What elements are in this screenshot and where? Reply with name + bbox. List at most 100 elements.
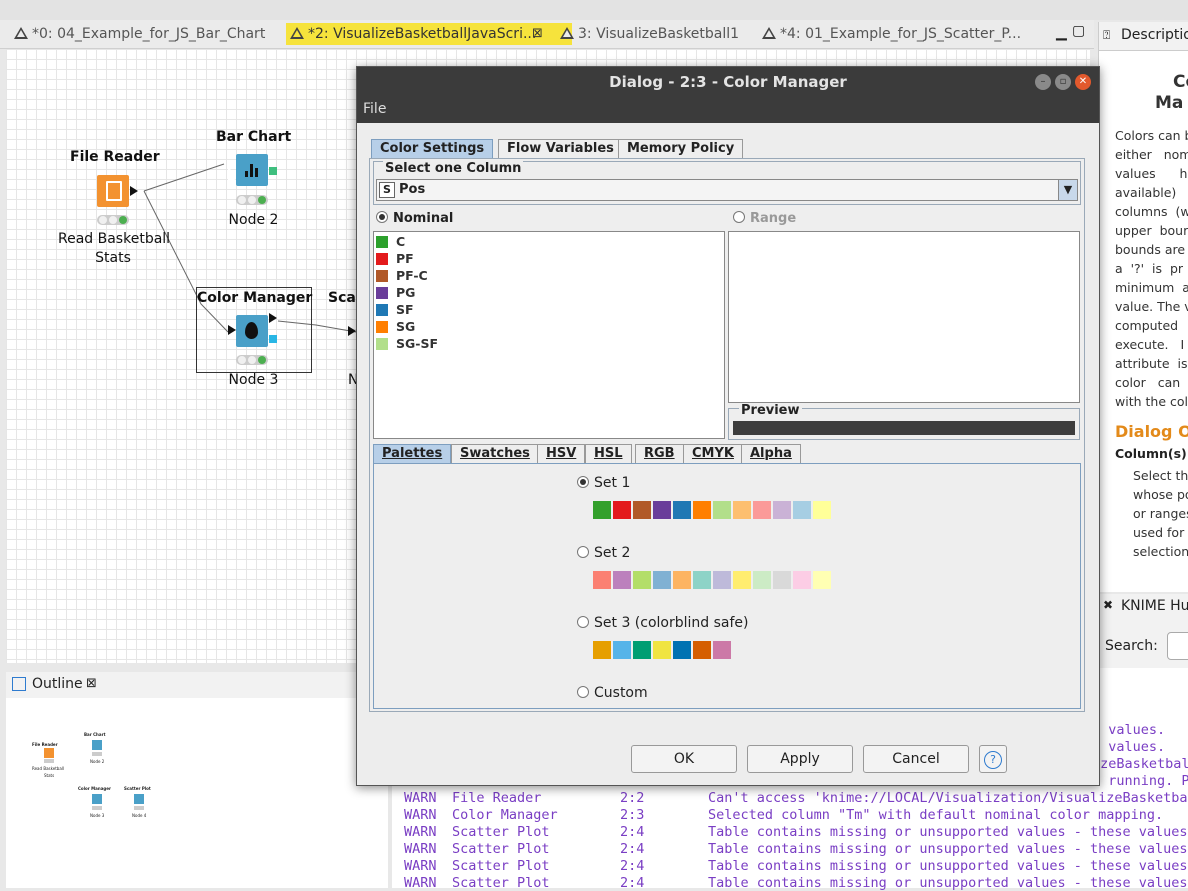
file-menu[interactable]: File: [363, 101, 386, 117]
search-input[interactable]: [1167, 632, 1188, 660]
warning-icon: [762, 27, 776, 39]
nominal-radio[interactable]: Nominal: [376, 211, 453, 226]
set2-radio[interactable]: Set 2: [577, 545, 630, 561]
maximize-button[interactable]: ▫: [1055, 74, 1071, 90]
nominal-value-item[interactable]: PF-C: [376, 267, 428, 284]
description-line: execute. I: [1115, 337, 1185, 352]
palette-swatch[interactable]: [733, 501, 751, 519]
description-tab-bar: ⍰ Description: [1099, 22, 1188, 51]
input-port[interactable]: [348, 326, 356, 336]
radio-unselected-icon: [577, 546, 589, 558]
minimize-icon[interactable]: ▁: [1056, 25, 1067, 41]
palette-tab-swatches[interactable]: Swatches: [451, 444, 539, 463]
set1-radio[interactable]: Set 1: [577, 475, 630, 491]
custom-radio[interactable]: Custom: [577, 685, 648, 701]
palette-swatch[interactable]: [653, 501, 671, 519]
palette-swatch[interactable]: [693, 641, 711, 659]
apply-button[interactable]: Apply: [747, 745, 853, 773]
palette-swatch[interactable]: [633, 501, 651, 519]
palette-tab-hsl[interactable]: HSL: [585, 444, 632, 463]
palette-swatch[interactable]: [773, 571, 791, 589]
column-select[interactable]: S Pos ▼: [376, 179, 1078, 201]
palette-swatch[interactable]: [673, 641, 691, 659]
output-port[interactable]: [269, 167, 277, 175]
tab-memory-policy[interactable]: Memory Policy: [618, 139, 744, 158]
palette-swatch[interactable]: [673, 501, 691, 519]
palette-swatch[interactable]: [773, 501, 791, 519]
palette-tab-hsv[interactable]: HSV: [537, 444, 586, 463]
outline-tab[interactable]: Outline: [32, 676, 83, 692]
nominal-value-item[interactable]: SG-SF: [376, 335, 438, 352]
set3-swatches[interactable]: [593, 641, 733, 663]
palette-swatch[interactable]: [793, 501, 811, 519]
cancel-button[interactable]: Cancel: [863, 745, 969, 773]
set2-swatches[interactable]: [593, 571, 833, 593]
palette-swatch[interactable]: [753, 571, 771, 589]
palette-swatch[interactable]: [593, 571, 611, 589]
palette-swatch[interactable]: [633, 641, 651, 659]
color-manager-node[interactable]: [236, 315, 268, 347]
help-button[interactable]: ?: [979, 745, 1007, 773]
palette-swatch[interactable]: [693, 571, 711, 589]
set1-swatches[interactable]: [593, 501, 833, 523]
palette-tab-cmyk[interactable]: CMYK: [683, 444, 743, 463]
input-port[interactable]: [228, 161, 236, 171]
nominal-value-item[interactable]: SG: [376, 318, 415, 335]
chevron-down-icon[interactable]: ▼: [1058, 180, 1077, 200]
outline-tab-bar: Outline ⊠: [6, 672, 388, 699]
close-icon[interactable]: ⊠: [86, 676, 97, 691]
palette-swatch[interactable]: [753, 501, 771, 519]
outline-view[interactable]: File Reader Read Basketball Stats Bar Ch…: [6, 698, 388, 888]
nominal-values-list[interactable]: C PF PF-C PG SF SG SG-SF: [373, 231, 725, 439]
tab-color-settings[interactable]: Color Settings: [371, 139, 494, 158]
palette-swatch[interactable]: [673, 571, 691, 589]
palette-swatch[interactable]: [593, 641, 611, 659]
output-port[interactable]: [269, 335, 277, 343]
palette-swatch[interactable]: [733, 571, 751, 589]
palette-tab-palettes[interactable]: Palettes: [373, 444, 452, 463]
close-icon[interactable]: ⊠: [532, 23, 543, 45]
close-icon[interactable]: ✖: [1103, 598, 1113, 612]
minimize-button[interactable]: –: [1035, 74, 1051, 90]
description-tab[interactable]: Description: [1121, 27, 1188, 43]
mini-stats-label: Stats: [44, 773, 55, 778]
input-port[interactable]: [228, 175, 236, 185]
palette-swatch[interactable]: [613, 501, 631, 519]
editor-tab-3[interactable]: 3: VisualizeBasketball1: [556, 23, 739, 45]
palette-swatch[interactable]: [593, 501, 611, 519]
editor-tab-4[interactable]: *4: 01_Example_for_JS_Scatter_P...: [758, 23, 1021, 45]
maximize-icon[interactable]: ▢: [1072, 23, 1085, 39]
ok-button[interactable]: OK: [631, 745, 737, 773]
palette-swatch[interactable]: [693, 501, 711, 519]
dialog-menu-bar: File: [357, 97, 1099, 123]
nominal-value-item[interactable]: SF: [376, 301, 414, 318]
palette-tab-alpha[interactable]: Alpha: [741, 444, 801, 463]
hub-tab[interactable]: KNIME Hu: [1121, 598, 1188, 614]
tab-flow-variables[interactable]: Flow Variables: [498, 139, 623, 158]
palette-swatch[interactable]: [613, 641, 631, 659]
editor-tab-2[interactable]: *2: VisualizeBasketballJavaScri... ⊠: [286, 23, 572, 45]
set3-radio[interactable]: Set 3 (colorblind safe): [577, 615, 749, 631]
input-port[interactable]: [228, 325, 236, 335]
palette-swatch[interactable]: [653, 571, 671, 589]
close-button[interactable]: ✕: [1075, 74, 1091, 90]
nominal-value-item[interactable]: C: [376, 233, 405, 250]
palette-swatch[interactable]: [653, 641, 671, 659]
output-port[interactable]: [130, 186, 138, 196]
editor-tab-0[interactable]: *0: 04_Example_for_JS_Bar_Chart: [10, 23, 265, 45]
palette-tab-rgb[interactable]: RGB: [635, 444, 684, 463]
range-radio[interactable]: Range: [733, 211, 796, 226]
palette-swatch[interactable]: [813, 501, 831, 519]
palette-swatch[interactable]: [713, 501, 731, 519]
nominal-value-item[interactable]: PG: [376, 284, 415, 301]
output-port[interactable]: [269, 313, 277, 323]
palette-swatch[interactable]: [613, 571, 631, 589]
palette-swatch[interactable]: [633, 571, 651, 589]
palette-swatch[interactable]: [713, 571, 731, 589]
palette-swatch[interactable]: [713, 641, 731, 659]
palette-swatch[interactable]: [793, 571, 811, 589]
nominal-value-item[interactable]: PF: [376, 250, 414, 267]
palette-swatch[interactable]: [813, 571, 831, 589]
file-reader-node[interactable]: [97, 175, 129, 207]
bar-chart-node[interactable]: [236, 154, 268, 186]
